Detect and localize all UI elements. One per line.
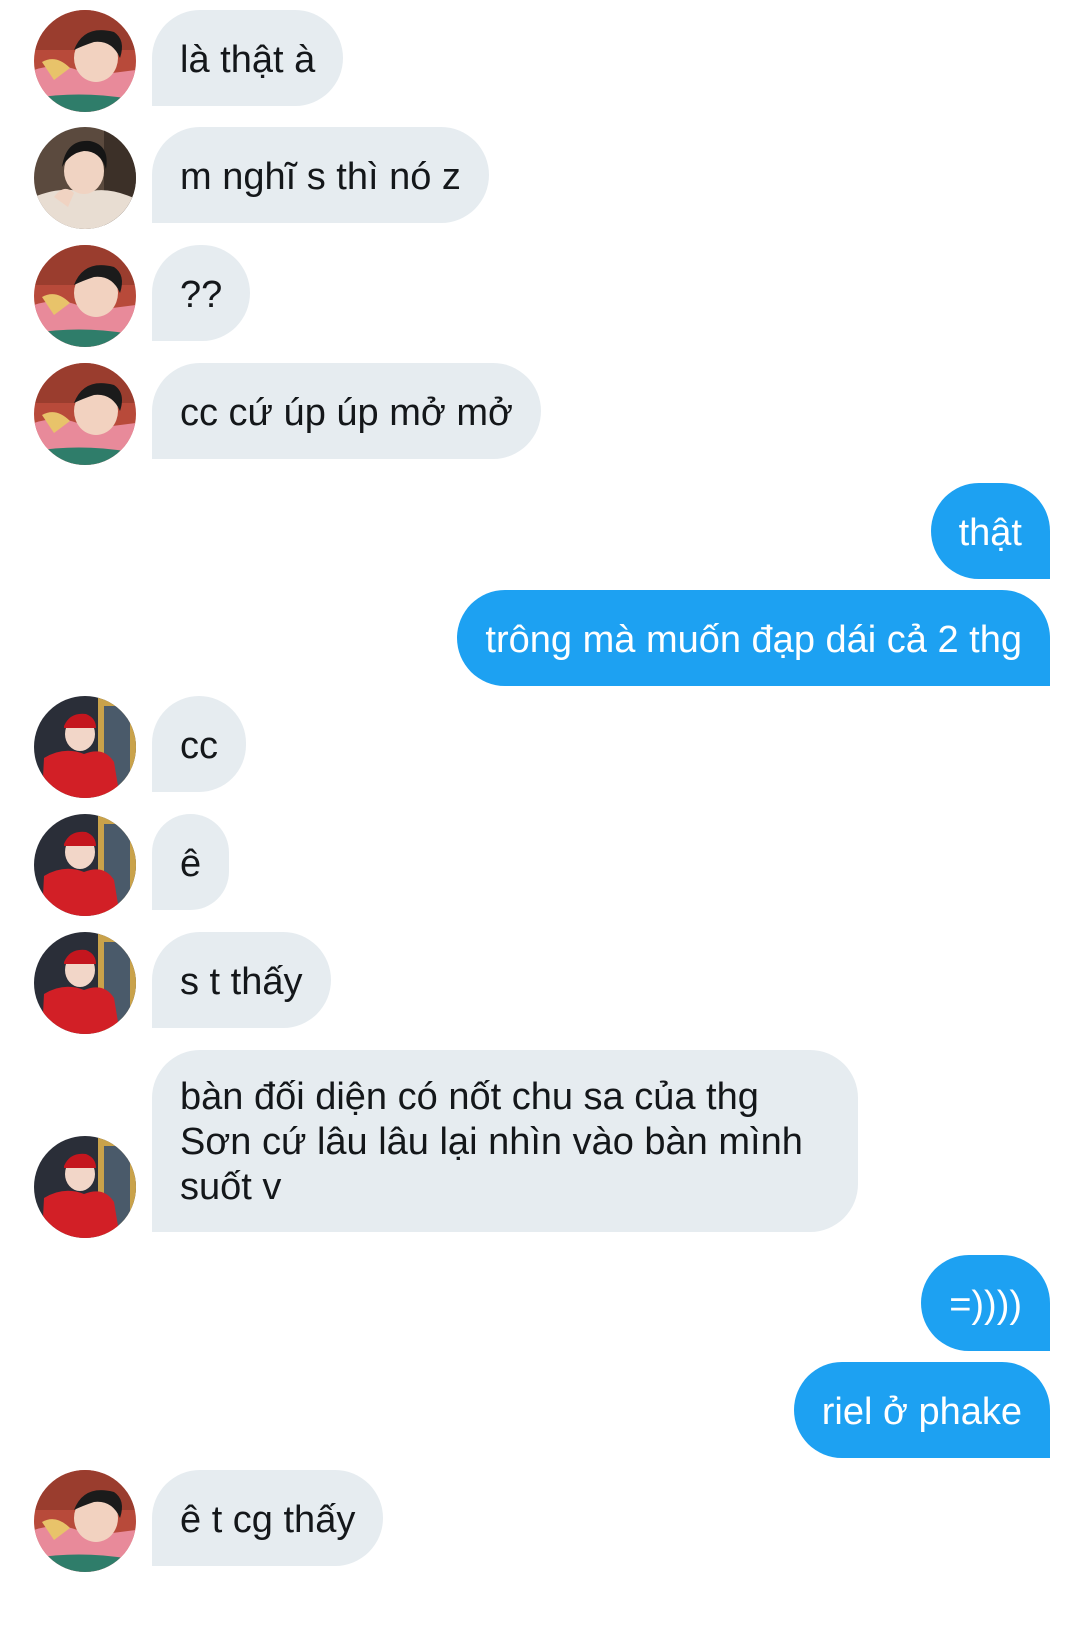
jacket-user-avatar-image: [34, 127, 136, 229]
outgoing-message-bubble[interactable]: riel ở phake: [793, 1362, 1050, 1458]
message-row: cc: [0, 696, 1080, 792]
incoming-message-bubble[interactable]: là thật à: [152, 10, 344, 106]
incoming-message-bubble[interactable]: s t thấy: [152, 932, 331, 1028]
incoming-message-bubble[interactable]: ??: [152, 245, 251, 341]
pink-shirt-user-avatar-image: [34, 245, 136, 347]
incoming-message-bubble[interactable]: m nghĩ s thì nó z: [152, 127, 489, 223]
pink-shirt-user-avatar-image: [34, 363, 136, 465]
outgoing-message-bubble[interactable]: trông mà muốn đạp dái cả 2 thg: [457, 590, 1050, 686]
message-row: cc cứ úp úp mở mở: [0, 363, 1080, 459]
message-row: s t thấy: [0, 932, 1080, 1028]
message-row: ??: [0, 245, 1080, 341]
pink-shirt-user-avatar-image: [34, 1470, 136, 1572]
avatar[interactable]: [34, 1136, 136, 1238]
message-row: =)))): [0, 1255, 1080, 1351]
message-line: suốt v: [180, 1166, 282, 1208]
incoming-message-bubble[interactable]: bàn đối diện có nốt chu sa của thg Sơn c…: [152, 1050, 858, 1232]
pink-shirt-user-avatar-image: [34, 10, 136, 112]
avatar[interactable]: [34, 814, 136, 916]
message-line: Sơn cứ lâu lâu lại nhìn vào bàn mình: [180, 1121, 803, 1163]
red-coat-user-avatar-image: [34, 932, 136, 1034]
outgoing-message-bubble[interactable]: =)))): [921, 1255, 1050, 1351]
red-coat-user-avatar-image: [34, 1136, 136, 1238]
message-row: ê: [0, 814, 1080, 910]
outgoing-message-bubble[interactable]: thật: [930, 483, 1050, 579]
incoming-message-bubble[interactable]: ê t cg thấy: [152, 1470, 384, 1566]
message-row: ê t cg thấy: [0, 1470, 1080, 1566]
message-row: là thật à: [0, 10, 1080, 106]
red-coat-user-avatar-image: [34, 814, 136, 916]
incoming-message-bubble[interactable]: cc: [152, 696, 246, 792]
avatar[interactable]: [34, 127, 136, 229]
avatar[interactable]: [34, 363, 136, 465]
avatar[interactable]: [34, 1470, 136, 1572]
red-coat-user-avatar-image: [34, 696, 136, 798]
avatar[interactable]: [34, 696, 136, 798]
avatar[interactable]: [34, 245, 136, 347]
message-row: trông mà muốn đạp dái cả 2 thg: [0, 590, 1080, 686]
avatar[interactable]: [34, 10, 136, 112]
avatar[interactable]: [34, 932, 136, 1034]
incoming-message-bubble[interactable]: ê: [152, 814, 230, 910]
message-row: m nghĩ s thì nó z: [0, 127, 1080, 223]
message-row: thật: [0, 483, 1080, 579]
incoming-message-bubble[interactable]: cc cứ úp úp mở mở: [152, 363, 541, 459]
message-line: bàn đối diện có nốt chu sa của thg: [180, 1076, 759, 1118]
message-row: bàn đối diện có nốt chu sa của thg Sơn c…: [0, 1050, 1080, 1232]
message-row: riel ở phake: [0, 1362, 1080, 1458]
